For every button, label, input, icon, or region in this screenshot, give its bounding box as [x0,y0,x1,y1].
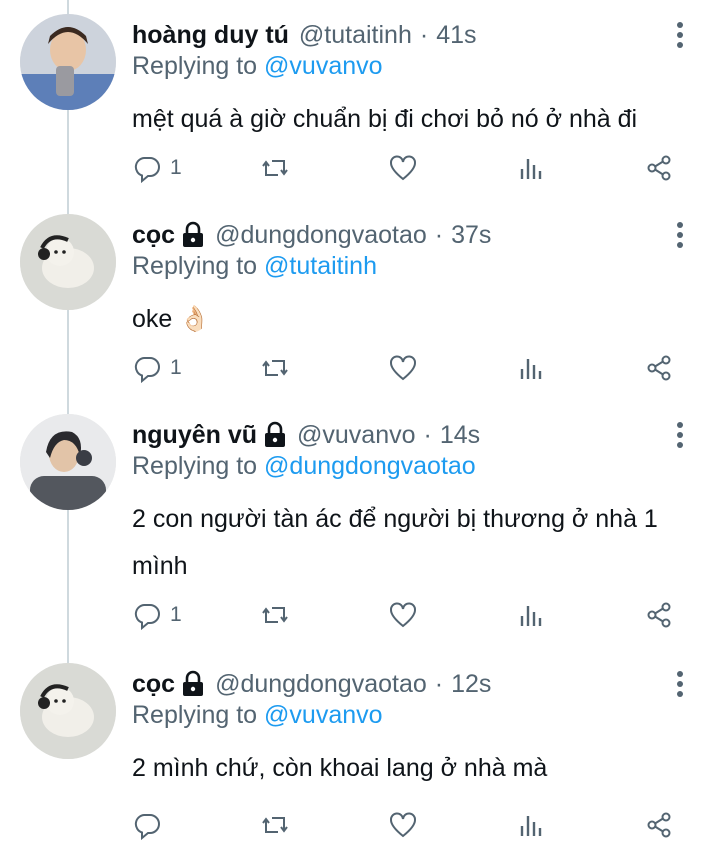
replying-to-mention[interactable]: @vuvanvo [264,52,383,80]
reply-button[interactable]: 1 [132,597,182,633]
analytics-icon [520,359,542,379]
avatar[interactable] [20,414,116,510]
analytics-icon [520,159,542,179]
like-icon [390,355,416,381]
reply-icon [134,814,160,840]
tweet-actions [132,807,692,843]
separator-dot: · [423,420,432,449]
timestamp[interactable]: 37s [451,221,491,250]
more-icon[interactable] [674,669,686,699]
like-button[interactable] [388,150,418,186]
retweet-button[interactable] [260,597,290,633]
retweet-icon [262,160,288,176]
more-icon[interactable] [674,220,686,250]
retweet-icon [262,607,288,623]
tweet[interactable]: nguyên vũ @vuvanvo · 14s Replying to @du… [0,400,720,650]
like-icon [390,602,416,628]
replying-to-label: Replying to [132,52,258,80]
tweet[interactable]: cọc @dungdongvaotao · 12s Replying to @v… [0,649,720,849]
tweet[interactable]: hoàng duy tú @tutaitinh · 41s Replying t… [0,0,720,200]
avatar[interactable] [20,214,116,310]
separator-dot: · [434,220,444,249]
retweet-button[interactable] [260,150,290,186]
like-button[interactable] [388,807,418,843]
replying-to-mention[interactable]: @vuvanvo [264,701,383,729]
retweet-icon [262,360,288,376]
reply-button[interactable] [132,807,170,843]
lock-icon [265,421,286,447]
replying-to-mention[interactable]: @dungdongvaotao [264,452,476,480]
share-button[interactable] [644,807,674,843]
tweet-text-line: mình [132,552,188,580]
like-icon [390,812,416,838]
timestamp[interactable]: 14s [440,421,480,450]
share-icon [647,602,671,628]
replying-to-line: Replying to @vuvanvo [132,701,383,730]
avatar[interactable] [20,14,116,110]
share-button[interactable] [644,350,674,386]
retweet-icon [262,817,288,833]
share-icon [647,812,671,838]
share-icon [647,155,671,181]
analytics-button[interactable] [516,597,546,633]
more-icon[interactable] [674,420,686,450]
tweet-text: oke 👌🏻 [132,305,211,333]
more-icon[interactable] [674,20,686,50]
reply-count: 1 [170,603,182,626]
replying-to-line: Replying to @dungdongvaotao [132,452,476,481]
replying-to-label: Replying to [132,252,258,280]
reply-icon [134,157,160,183]
tweet-actions: 1 [132,350,692,386]
display-name[interactable]: nguyên vũ [132,421,257,450]
retweet-button[interactable] [260,807,290,843]
lock-icon [183,670,204,696]
reply-count: 1 [170,356,182,379]
reply-button[interactable]: 1 [132,150,182,186]
tweet-actions: 1 [132,597,692,633]
separator-dot: · [419,20,429,49]
replying-to-line: Replying to @tutaitinh [132,252,377,281]
retweet-button[interactable] [260,350,290,386]
like-button[interactable] [388,597,418,633]
user-handle[interactable]: @vuvanvo [297,421,416,450]
analytics-icon [520,816,542,836]
timestamp[interactable]: 12s [451,670,491,699]
user-handle[interactable]: @dungdongvaotao [215,221,427,250]
replying-to-line: Replying to @vuvanvo [132,52,383,81]
display-name[interactable]: hoàng duy tú [132,21,289,50]
reply-icon [134,357,160,383]
replying-to-mention[interactable]: @tutaitinh [264,252,377,280]
display-name[interactable]: cọc [132,221,175,250]
analytics-button[interactable] [516,350,546,386]
reply-icon [134,604,160,630]
separator-dot: · [434,669,444,698]
display-name[interactable]: cọc [132,670,175,699]
reply-count: 1 [170,156,182,179]
tweet[interactable]: cọc @dungdongvaotao · 37s Replying to @t… [0,200,720,400]
user-handle[interactable]: @dungdongvaotao [215,670,427,699]
reply-button[interactable]: 1 [132,350,182,386]
tweet-text: 2 mình chứ, còn khoai lang ở nhà mà [132,754,548,782]
tweet-text: 2 con người tàn ác để người bị thương ở … [132,496,692,590]
analytics-button[interactable] [516,807,546,843]
tweet-actions: 1 [132,150,692,186]
share-button[interactable] [644,150,674,186]
like-button[interactable] [388,350,418,386]
timestamp[interactable]: 41s [436,21,476,50]
analytics-button[interactable] [516,150,546,186]
like-icon [390,155,416,181]
share-button[interactable] [644,597,674,633]
replying-to-label: Replying to [132,701,258,729]
tweet-text-line: 2 con người tàn ác để người bị thương ở … [132,505,658,533]
tweet-text: mệt quá à giờ chuẩn bị đi chơi bỏ nó ở n… [132,105,638,133]
share-icon [647,355,671,381]
analytics-icon [520,606,542,626]
avatar[interactable] [20,663,116,759]
lock-icon [183,221,204,247]
user-handle[interactable]: @tutaitinh [299,21,412,50]
replying-to-label: Replying to [132,452,258,480]
